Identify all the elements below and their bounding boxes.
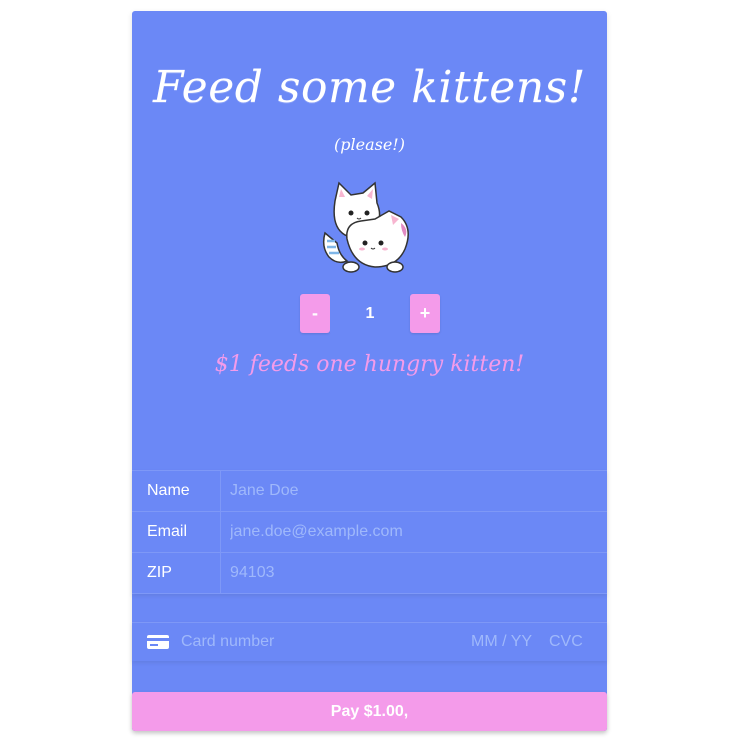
card-row xyxy=(132,622,607,661)
name-row: Name xyxy=(132,471,607,512)
page-title: Feed some kittens! xyxy=(153,62,586,113)
decrement-button[interactable]: - xyxy=(300,294,330,333)
donation-card: Feed some kittens! (please!) - 1 + $1 fe… xyxy=(132,11,607,731)
name-label: Name xyxy=(132,471,221,511)
zip-row: ZIP xyxy=(132,553,607,594)
billing-fields: Name Email ZIP xyxy=(132,470,607,594)
email-input[interactable] xyxy=(221,512,607,552)
name-input[interactable] xyxy=(221,471,607,511)
email-row: Email xyxy=(132,512,607,553)
zip-label: ZIP xyxy=(132,553,221,593)
card-cvc-input[interactable] xyxy=(547,632,591,652)
credit-card-icon xyxy=(147,635,169,649)
page-subtitle: (please!) xyxy=(334,135,405,154)
increment-button[interactable]: + xyxy=(410,294,440,333)
price-tagline: $1 feeds one hungry kitten! xyxy=(214,352,525,377)
pay-button[interactable]: Pay $1.00, xyxy=(132,692,607,731)
kittens-illustration xyxy=(322,181,409,273)
zip-input[interactable] xyxy=(221,553,607,593)
email-label: Email xyxy=(132,512,221,552)
quantity-value: 1 xyxy=(330,294,410,333)
quantity-stepper: - 1 + xyxy=(300,294,440,333)
card-number-input[interactable] xyxy=(179,632,453,652)
card-expiry-input[interactable] xyxy=(469,632,539,652)
